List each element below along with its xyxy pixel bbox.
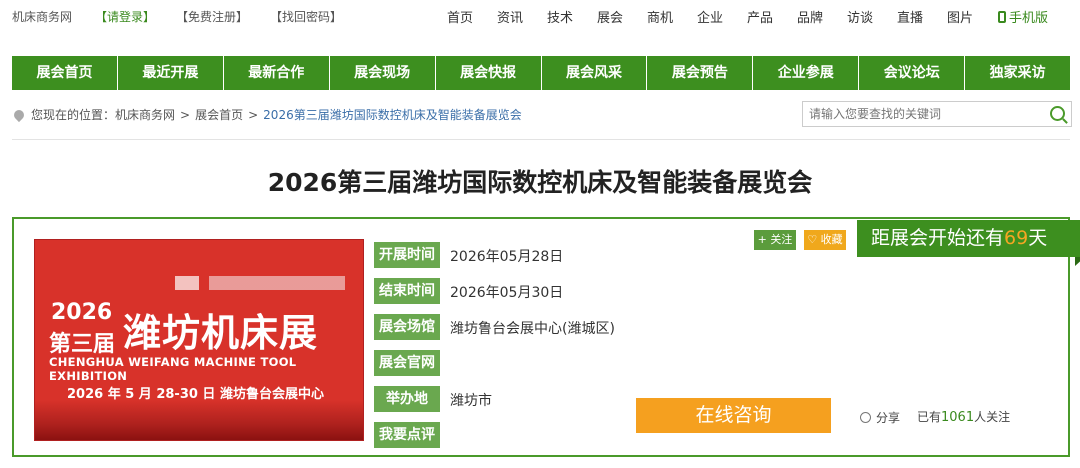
main-nav-item[interactable]: 最近开展 <box>118 56 224 90</box>
mobile-label: 手机版 <box>1009 11 1049 26</box>
banner-title: 潍坊机床展 <box>123 311 319 355</box>
top-nav-product[interactable]: 产品 <box>747 7 773 26</box>
exhibition-info-box: 2026 第三届 潍坊机床展 CHENGHUA WEIFANG MACHINE … <box>12 217 1080 457</box>
info-value: 2026年05月28日 <box>450 249 564 265</box>
register-link[interactable]: 【免费注册】 <box>176 8 248 25</box>
top-bar: 机床商务网 【请登录】 【免费注册】 【找回密码】 首页 资讯 技术 展会 商机… <box>0 0 1080 30</box>
info-value: 潍坊市 <box>450 393 492 409</box>
mobile-version-link[interactable]: 手机版 <box>998 7 1048 26</box>
share-icon <box>860 412 871 423</box>
breadcrumb-separator: > <box>248 107 259 122</box>
favorite-button[interactable]: ♡ 收藏 <box>804 230 846 250</box>
breadcrumb-separator: > <box>180 107 191 122</box>
main-nav-item[interactable]: 展会现场 <box>330 56 436 90</box>
main-nav-item[interactable]: 会议论坛 <box>859 56 966 90</box>
review-button[interactable]: 我要点评 <box>374 422 440 448</box>
search-box <box>802 101 1072 127</box>
follower-suffix: 人关注 <box>974 410 1011 424</box>
top-nav-home[interactable]: 首页 <box>447 7 473 26</box>
login-link[interactable]: 【请登录】 <box>95 8 155 25</box>
main-nav-item[interactable]: 展会预告 <box>647 56 754 90</box>
countdown-days: 69 <box>1004 227 1029 249</box>
main-nav-item[interactable]: 展会首页 <box>12 56 118 90</box>
follower-prefix: 已有 <box>917 410 942 424</box>
location-pin-icon <box>11 107 27 122</box>
main-nav-item[interactable]: 企业参展 <box>753 56 860 90</box>
top-nav-tech[interactable]: 技术 <box>547 7 573 26</box>
info-label: 展会场馆 <box>374 314 440 340</box>
main-nav-item[interactable]: 展会风采 <box>542 56 648 90</box>
share-button[interactable]: 分享 <box>860 409 900 426</box>
top-nav-interview[interactable]: 访谈 <box>847 7 873 26</box>
info-value: 潍坊鲁台会展中心(潍城区) <box>450 321 615 337</box>
breadcrumb-item-exhibition-home[interactable]: 展会首页 <box>195 106 243 123</box>
breadcrumb: 您现在的位置： 机床商务网 > 展会首页 > 2026第三届潍坊国际数控机床及智… <box>11 106 522 123</box>
top-nav-company[interactable]: 企业 <box>697 7 723 26</box>
breadcrumb-item-site[interactable]: 机床商务网 <box>115 106 175 123</box>
page-title: 2026第三届潍坊国际数控机床及智能装备展览会 <box>267 168 813 197</box>
follower-count: 已有1061人关注 <box>917 408 1010 425</box>
online-consult-button[interactable]: 在线咨询 <box>636 398 831 433</box>
breadcrumb-prefix: 您现在的位置： <box>31 108 116 122</box>
skyline-graphic <box>35 400 363 440</box>
top-nav-business[interactable]: 商机 <box>647 7 673 26</box>
follow-button[interactable]: + 关注 <box>754 230 796 250</box>
top-nav-live[interactable]: 直播 <box>897 7 923 26</box>
top-nav-news[interactable]: 资讯 <box>497 7 523 26</box>
site-name-link[interactable]: 机床商务网 <box>12 8 72 25</box>
info-label: 结束时间 <box>374 278 440 304</box>
info-label: 开展时间 <box>374 242 440 268</box>
follower-number: 1061 <box>941 410 975 425</box>
top-nav-brand[interactable]: 品牌 <box>797 7 823 26</box>
sponsor-logos <box>175 276 345 290</box>
main-nav-item[interactable]: 最新合作 <box>224 56 330 90</box>
top-nav-images[interactable]: 图片 <box>947 7 973 26</box>
search-icon[interactable] <box>1050 106 1065 121</box>
search-input[interactable] <box>803 102 1033 126</box>
breadcrumb-item-current[interactable]: 2026第三届潍坊国际数控机床及智能装备展览会 <box>263 106 522 123</box>
top-nav-exhibition[interactable]: 展会 <box>597 7 623 26</box>
info-label: 举办地 <box>374 386 440 412</box>
banner-year: 2026 <box>51 300 113 325</box>
main-nav-item[interactable]: 独家采访 <box>965 56 1070 90</box>
banner-english-title: CHENGHUA WEIFANG MACHINE TOOL EXHIBITION <box>49 355 297 383</box>
countdown-banner: 距展会开始还有69天 <box>857 220 1080 266</box>
share-label: 分享 <box>876 411 901 425</box>
recover-password-link[interactable]: 【找回密码】 <box>270 8 342 25</box>
divider <box>12 139 1070 140</box>
info-value: 2026年05月30日 <box>450 285 564 301</box>
info-label: 展会官网 <box>374 350 440 376</box>
countdown-prefix: 距展会开始还有 <box>871 227 1005 249</box>
phone-icon <box>998 11 1006 23</box>
banner-session: 第三届 <box>49 332 116 357</box>
main-nav: 展会首页 最近开展 最新合作 展会现场 展会快报 展会风采 展会预告 企业参展 … <box>12 56 1070 90</box>
main-nav-item[interactable]: 展会快报 <box>436 56 542 90</box>
countdown-suffix: 天 <box>1028 227 1048 249</box>
exhibition-banner-image[interactable]: 2026 第三届 潍坊机床展 CHENGHUA WEIFANG MACHINE … <box>34 239 364 441</box>
